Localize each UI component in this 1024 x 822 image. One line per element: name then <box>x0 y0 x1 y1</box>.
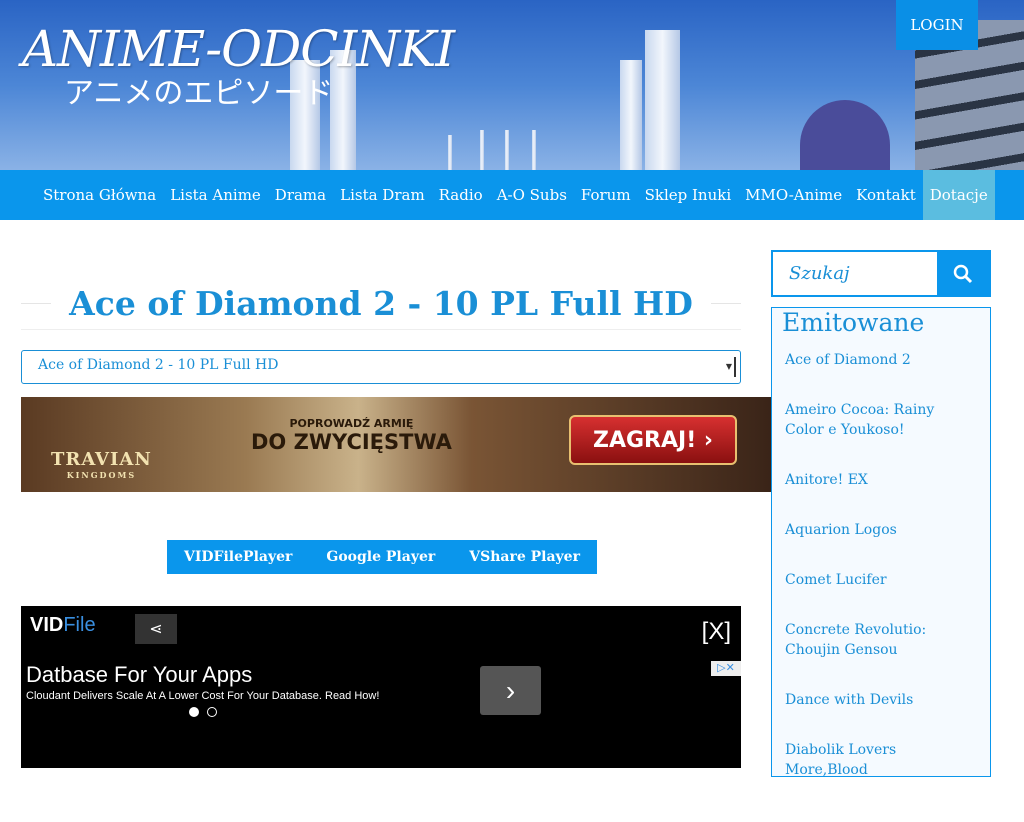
sidebar-anime-link[interactable]: Ace of Diamond 2 <box>785 350 977 370</box>
sidebar-anime-link[interactable]: Diabolik Lovers More,Blood <box>785 740 977 780</box>
search-button[interactable] <box>937 252 989 295</box>
vidfile-logo: VIDFile <box>30 614 96 636</box>
sidebar-anime-link[interactable]: Aquarion Logos <box>785 520 977 540</box>
banner-text: POPROWADŹ ARMIĘ DO ZWYCIĘSTWA <box>251 417 452 454</box>
travian-logo: TRAVIAN KINGDOMS <box>51 449 152 480</box>
share-icon[interactable]: ⋖ <box>135 614 177 644</box>
player-tab-vidfile[interactable]: VIDFilePlayer <box>167 540 309 574</box>
nav-item[interactable]: MMO-Anime <box>738 170 849 220</box>
episode-select[interactable]: Ace of Diamond 2 - 10 PL Full HD ▼ <box>21 350 741 384</box>
ad-dot-1[interactable] <box>189 707 199 717</box>
login-button[interactable]: LOGIN <box>896 0 978 50</box>
chevron-down-icon: ▼ <box>726 357 736 377</box>
ad-title[interactable]: Datbase For Your Apps <box>26 662 252 688</box>
banner-play-button[interactable]: ZAGRAJ! › <box>569 415 737 465</box>
nav-item[interactable]: Kontakt <box>849 170 923 220</box>
sidebar-heading: Emitowane <box>782 308 925 337</box>
nav-item[interactable]: Strona Główna <box>36 170 163 220</box>
ad-pagination <box>189 707 217 717</box>
nav-item[interactable]: Lista Anime <box>163 170 268 220</box>
site-logo-jp: アニメのエピソード <box>64 76 334 111</box>
ad-next-button[interactable]: › <box>480 666 541 715</box>
episode-select-value: Ace of Diamond 2 - 10 PL Full HD <box>38 357 279 373</box>
player-tabs: VIDFilePlayer Google Player VShare Playe… <box>167 540 597 574</box>
ad-dot-2[interactable] <box>207 707 217 717</box>
nav-item[interactable]: Dotacje <box>922 170 995 220</box>
search-box <box>771 250 991 297</box>
header-character <box>800 100 890 170</box>
sidebar-anime-link[interactable]: Anitore! EX <box>785 470 977 490</box>
video-player[interactable]: VIDFile ⋖ [X] Datbase For Your Apps Clou… <box>21 606 741 768</box>
player-tab-google[interactable]: Google Player <box>309 540 452 574</box>
nav-item[interactable]: A-O Subs <box>490 170 574 220</box>
page-title: Ace of Diamond 2 - 10 PL Full HD <box>69 284 693 323</box>
nav-item[interactable]: Sklep Inuki <box>638 170 739 220</box>
header-banner: ANIME-ODCINKI アニメのエピソード LOGIN <box>0 0 1024 170</box>
player-tab-vshare[interactable]: VShare Player <box>452 540 597 574</box>
sidebar-anime-link[interactable]: Concrete Revolutio: Choujin Gensou <box>785 620 977 660</box>
search-icon <box>953 264 973 283</box>
main-nav: Strona Główna Lista Anime Drama Lista Dram R… <box>0 170 1024 220</box>
close-ad-button[interactable]: [X] <box>702 618 731 646</box>
nav-item[interactable]: Drama <box>268 170 333 220</box>
nav-item[interactable]: Radio <box>432 170 490 220</box>
search-input[interactable] <box>773 252 937 295</box>
sidebar-anime-link[interactable]: Dance with Devils <box>785 690 977 710</box>
sidebar-anime-link[interactable]: Ameiro Cocoa: Rainy Color e Youkoso! <box>785 400 977 440</box>
airing-sidebar: Emitowane Ace of Diamond 2 Ameiro Cocoa: … <box>771 307 991 780</box>
page-title-row: Ace of Diamond 2 - 10 PL Full HD <box>21 278 741 330</box>
adchoices-icon[interactable]: ▷✕ <box>711 661 741 676</box>
ad-text: Cloudant Delivers Scale At A Lower Cost … <box>26 690 380 702</box>
nav-item[interactable]: Lista Dram <box>333 170 432 220</box>
ad-banner[interactable]: TRAVIAN KINGDOMS POPROWADŹ ARMIĘ DO ZWYCIĘ… <box>21 397 771 492</box>
sidebar-anime-link[interactable]: Comet Lucifer <box>785 570 977 590</box>
nav-item[interactable]: Forum <box>574 170 638 220</box>
